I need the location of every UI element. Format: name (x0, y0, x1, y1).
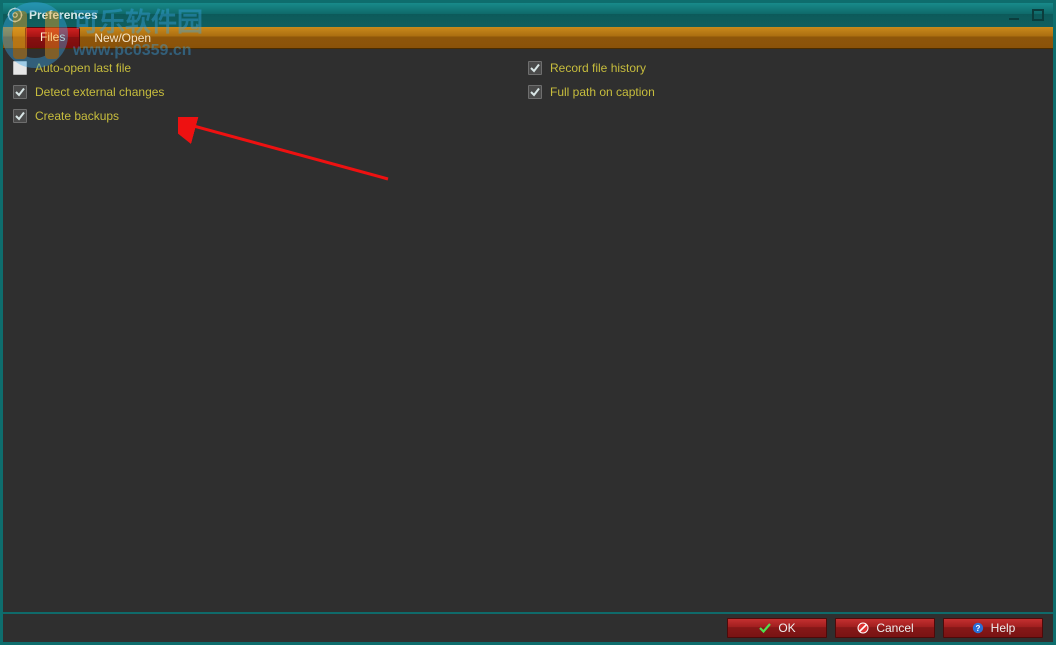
option-label: Record file history (550, 61, 646, 75)
tab-new-open[interactable]: New/Open (80, 28, 165, 48)
checkbox-checked-icon (13, 85, 27, 99)
tab-files[interactable]: Files (25, 27, 80, 48)
window-title: Preferences (29, 8, 98, 22)
options-left-column: Auto-open last file Detect external chan… (13, 61, 528, 133)
option-label: Auto-open last file (35, 61, 131, 75)
tab-hidden[interactable] (5, 28, 25, 48)
minimize-button[interactable] (1003, 7, 1025, 23)
cancel-button[interactable]: Cancel (835, 618, 935, 638)
footer: OK Cancel ? Help (3, 614, 1053, 642)
button-label: Help (991, 621, 1016, 635)
help-icon: ? (971, 621, 985, 635)
option-auto-open-last-file[interactable]: Auto-open last file (13, 61, 528, 75)
option-label: Full path on caption (550, 85, 655, 99)
checkbox-checked-icon (528, 61, 542, 75)
svg-text:?: ? (975, 624, 980, 633)
maximize-button[interactable] (1027, 7, 1049, 23)
ok-button[interactable]: OK (727, 618, 827, 638)
option-record-file-history[interactable]: Record file history (528, 61, 1043, 75)
option-full-path-on-caption[interactable]: Full path on caption (528, 85, 1043, 99)
option-detect-external-changes[interactable]: Detect external changes (13, 85, 528, 99)
app-gear-icon (7, 7, 23, 23)
option-create-backups[interactable]: Create backups (13, 109, 528, 123)
checkbox-checked-icon (528, 85, 542, 99)
title-bar: Preferences (3, 3, 1053, 27)
option-label: Detect external changes (35, 85, 164, 99)
tab-strip: Files New/Open (3, 27, 1053, 49)
cancel-icon (856, 621, 870, 635)
checkbox-checked-icon (13, 109, 27, 123)
check-icon (758, 621, 772, 635)
options-right-column: Record file history Full path on caption (528, 61, 1043, 133)
content-area: Auto-open last file Detect external chan… (3, 49, 1053, 612)
checkbox-icon (13, 61, 27, 75)
button-label: Cancel (876, 621, 913, 635)
preferences-window: Preferences Files New/Open Auto-open las… (0, 0, 1056, 645)
button-label: OK (778, 621, 795, 635)
help-button[interactable]: ? Help (943, 618, 1043, 638)
option-label: Create backups (35, 109, 119, 123)
